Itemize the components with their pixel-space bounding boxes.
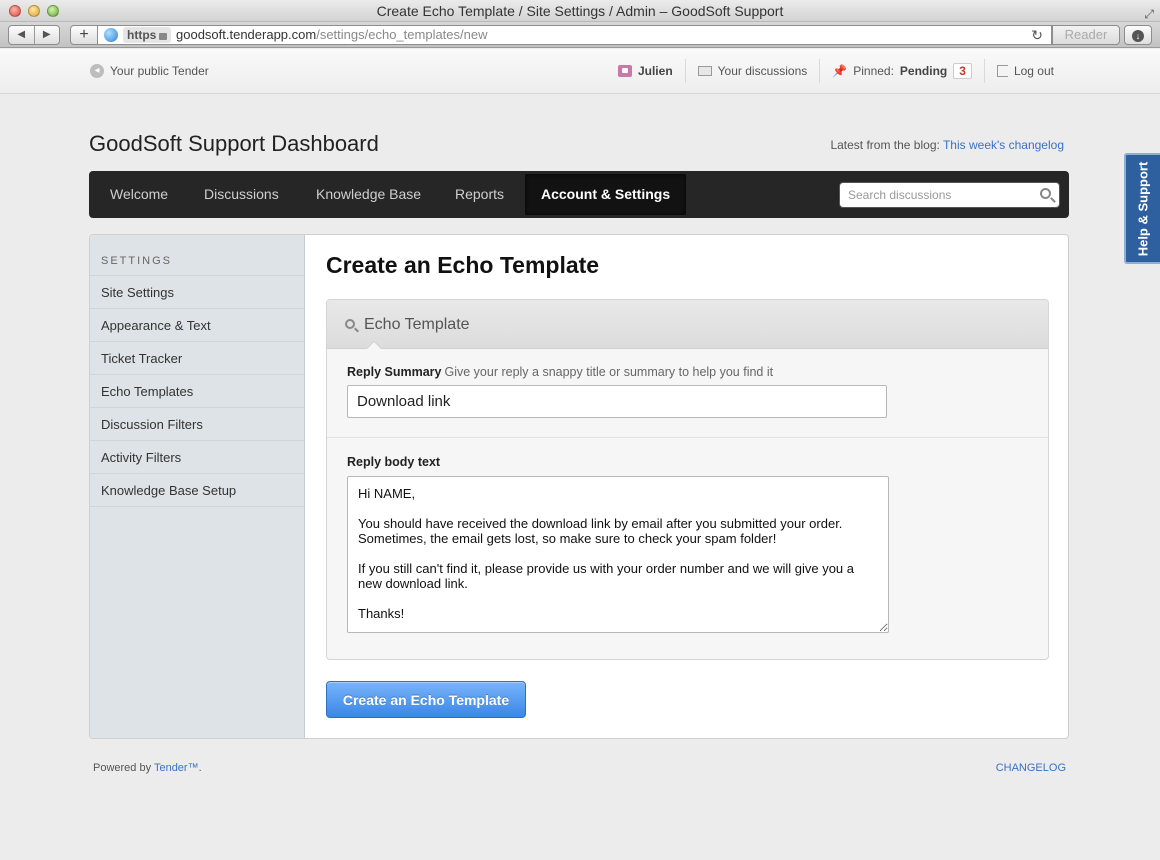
globe-icon [104,28,118,42]
https-label: https [127,28,157,42]
window-titlebar: Create Echo Template / Site Settings / A… [0,0,1160,22]
tab-account-settings[interactable]: Account & Settings [525,174,687,215]
help-support-label: Help & Support [1135,161,1151,256]
sidebar-item-discussion-filters[interactable]: Discussion Filters [90,408,304,441]
sidebar-item-echo-templates[interactable]: Echo Templates [90,375,304,408]
reply-summary-input[interactable] [347,385,887,418]
download-icon: ↓ [1132,30,1144,42]
sidebar-item-appearance-text[interactable]: Appearance & Text [90,309,304,342]
user-menu: Julien Your discussions 📌 Pinned: Pendin… [606,57,1066,85]
reply-summary-field: Reply Summary Give your reply a snappy ti… [327,349,1048,438]
tab-discussions[interactable]: Discussions [204,171,279,218]
search-icon[interactable] [1040,188,1051,199]
logout-label: Log out [1013,64,1054,78]
search-box [839,182,1060,208]
powered-prefix: Powered by [93,762,152,774]
logout-link[interactable]: Log out [983,59,1066,83]
blog-notice: Latest from the blog: This week's change… [830,138,1064,152]
sidebar-item-activity-filters[interactable]: Activity Filters [90,441,304,474]
sidebar-heading: SETTINGS [90,235,304,276]
add-bookmark-button[interactable]: + [70,25,98,45]
reply-body-label: Reply body text [347,455,441,469]
pin-icon: 📌 [832,64,848,78]
window-title: Create Echo Template / Site Settings / A… [376,3,784,19]
public-tender-label: Your public Tender [110,64,209,78]
lock-icon [159,33,168,40]
reply-body-label-row: Reply body text [347,455,440,469]
form-legend: Echo Template [364,316,470,333]
mail-icon [697,66,712,76]
sidebar-item-knowledge-base-setup[interactable]: Knowledge Base Setup [90,474,304,507]
url-host: goodsoft.tenderapp.com [176,27,317,42]
your-discussions-label: Your discussions [717,64,808,78]
reply-summary-label-row: Reply Summary Give your reply a snappy ti… [347,365,773,379]
powered-suffix: . [198,762,202,774]
logout-icon [996,65,1008,77]
window-controls [9,5,59,17]
pinned-prefix: Pinned: [853,64,894,78]
user-bar: ◂ Your public Tender Julien Your discuss… [0,49,1160,94]
main-content: Create an Echo Template Echo Template Re… [306,235,1068,738]
reader-button[interactable]: Reader [1052,25,1120,45]
address-bar[interactable]: https goodsoft.tenderapp.com/settings/ec… [98,25,1052,45]
search-input[interactable] [840,183,1030,207]
main-navigation: Welcome Discussions Knowledge Base Repor… [89,171,1069,218]
pinned-count-badge: 3 [953,63,972,79]
echo-template-form: Echo Template Reply Summary Give your rep… [326,299,1049,660]
dashboard-title: GoodSoft Support Dashboard [89,131,379,156]
reload-icon[interactable]: ↻ [1031,26,1043,44]
username: Julien [637,64,673,78]
tab-reports[interactable]: Reports [455,171,504,218]
changelog-link[interactable]: CHANGELOG [996,762,1066,774]
your-discussions-link[interactable]: Your discussions [684,59,820,83]
blog-link[interactable]: This week's changelog [943,138,1064,152]
form-header: Echo Template [327,300,1048,358]
back-arrow-icon[interactable]: ◀ [9,26,35,44]
close-window-button[interactable] [9,5,21,17]
reply-body-field: Reply body text Hi NAME, You should have… [327,439,1048,659]
tab-welcome[interactable]: Welcome [110,171,168,218]
zoom-window-button[interactable] [47,5,59,17]
page-heading: Create an Echo Template [326,252,600,278]
avatar-icon [617,65,632,77]
back-circle-icon: ◂ [90,64,104,78]
reply-body-textarea[interactable]: Hi NAME, You should have received the do… [347,476,889,633]
powered-by: Powered by Tender™. [93,762,202,774]
sidebar-item-site-settings[interactable]: Site Settings [90,276,304,309]
tender-link[interactable]: Tender™ [154,762,199,774]
https-badge: https [123,27,172,43]
url-path: /settings/echo_templates/new [316,27,488,42]
tab-knowledge-base[interactable]: Knowledge Base [316,171,421,218]
public-tender-link[interactable]: ◂ Your public Tender [90,64,209,78]
reply-summary-label: Reply Summary [347,365,442,379]
create-echo-template-button[interactable]: Create an Echo Template [326,681,526,718]
back-forward-buttons: ◀ ▶ [8,25,60,45]
magnifier-icon [345,319,355,329]
reply-summary-hint: Give your reply a snappy title or summar… [444,365,774,379]
sidebar-item-ticket-tracker[interactable]: Ticket Tracker [90,342,304,375]
browser-toolbar: ◀ ▶ + https goodsoft.tenderapp.com/setti… [0,22,1160,48]
url-text[interactable]: goodsoft.tenderapp.com/settings/echo_tem… [176,26,488,44]
minimize-window-button[interactable] [28,5,40,17]
settings-panel: SETTINGS Site Settings Appearance & Text… [89,234,1069,739]
forward-arrow-icon[interactable]: ▶ [35,26,60,44]
user-profile-link[interactable]: Julien [606,59,685,83]
blog-prefix: Latest from the blog: [830,138,940,152]
downloads-button[interactable]: ↓ [1124,25,1152,45]
settings-sidebar: SETTINGS Site Settings Appearance & Text… [90,235,305,738]
pinned-link[interactable]: 📌 Pinned: Pending 3 [819,59,984,83]
pinned-state: Pending [899,64,948,78]
help-support-tab[interactable]: Help & Support [1124,153,1160,264]
